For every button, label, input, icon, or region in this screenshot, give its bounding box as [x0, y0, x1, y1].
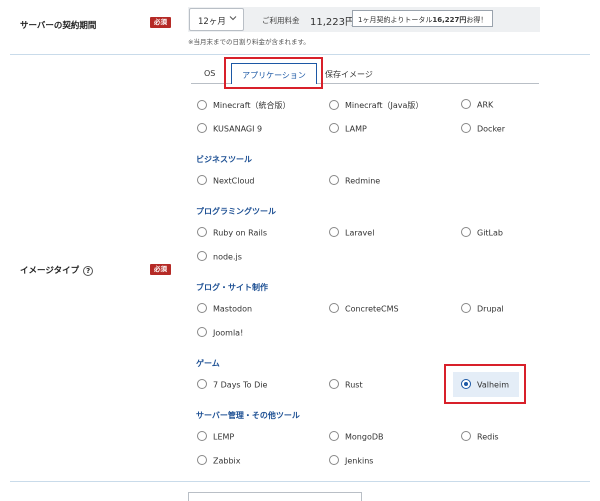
- prorate-note: ※当月末までの日割り料金が含まれます。: [188, 38, 310, 46]
- category-blog-site: ブログ・サイト制作: [196, 283, 268, 292]
- radio-minecraft-java[interactable]: Minecraft（Java版）: [329, 99, 424, 111]
- radio-7-days-to-die[interactable]: 7 Days To Die: [197, 379, 268, 390]
- chevron-down-icon: [229, 16, 237, 21]
- radio-circle: [329, 379, 339, 389]
- category-programming: プログラミングツール: [196, 207, 276, 216]
- radio-circle: [329, 175, 339, 185]
- radio-circle: [197, 175, 207, 185]
- radio-label: node.js: [213, 252, 242, 262]
- radio-label: Minecraft（統合版）: [213, 101, 291, 110]
- radio-drupal[interactable]: Drupal: [461, 303, 504, 314]
- radio-circle: [329, 431, 339, 441]
- radio-nextcloud[interactable]: NextCloud: [197, 175, 255, 186]
- radio-ruby-on-rails[interactable]: Ruby on Rails: [197, 227, 268, 238]
- radio-circle: [329, 303, 339, 313]
- radio-circle: [197, 123, 207, 133]
- discount-note: 1ヶ月契約よりトータル16,227円お得！: [352, 10, 494, 27]
- radio-label: Redmine: [345, 176, 381, 186]
- radio-minecraft-bedrock[interactable]: Minecraft（統合版）: [197, 99, 291, 111]
- contract-period-label: サーバーの契約期間: [20, 21, 97, 31]
- radio-label: Minecraft（Java版）: [345, 101, 424, 110]
- tab-os[interactable]: OS: [204, 69, 215, 78]
- radio-circle: [329, 227, 339, 237]
- radio-label: 7 Days To Die: [213, 380, 268, 390]
- radio-circle: [197, 379, 207, 389]
- radio-mongodb[interactable]: MongoDB: [329, 431, 384, 442]
- contract-period-select[interactable]: 12ヶ月: [189, 8, 244, 31]
- radio-circle: [329, 99, 339, 110]
- radio-circle: [329, 455, 339, 465]
- radio-label: Drupal: [477, 304, 504, 314]
- help-icon[interactable]: ?: [83, 265, 94, 276]
- radio-label: Ruby on Rails: [213, 228, 268, 238]
- radio-circle: [461, 123, 471, 133]
- next-field-input[interactable]: [188, 492, 362, 501]
- required-badge: 必須: [150, 17, 171, 28]
- category-server-tools: サーバー管理・その他ツール: [196, 411, 300, 420]
- category-games: ゲーム: [196, 359, 220, 368]
- fee-label: ご利用料金: [262, 16, 300, 25]
- radio-circle: [461, 227, 471, 237]
- required-badge: 必須: [150, 264, 171, 275]
- radio-joomla[interactable]: Joomla!: [197, 327, 244, 338]
- select-value: 12ヶ月: [198, 17, 226, 27]
- radio-label: Laravel: [345, 228, 375, 238]
- radio-label: Joomla!: [213, 328, 244, 338]
- radio-label: LEMP: [213, 432, 235, 442]
- radio-rust[interactable]: Rust: [329, 379, 363, 390]
- radio-label: Zabbix: [213, 456, 241, 466]
- radio-zabbix[interactable]: Zabbix: [197, 455, 241, 466]
- radio-circle: [461, 99, 471, 109]
- radio-label: GitLab: [477, 228, 503, 238]
- radio-laravel[interactable]: Laravel: [329, 227, 375, 238]
- radio-gitlab[interactable]: GitLab: [461, 227, 503, 238]
- radio-redis[interactable]: Redis: [461, 431, 499, 442]
- radio-label: ConcreteCMS: [345, 304, 399, 314]
- discount-suffix: お得！: [466, 16, 488, 24]
- radio-circle: [197, 251, 207, 261]
- section-divider: [10, 481, 590, 482]
- radio-kusanagi[interactable]: KUSANAGI 9: [197, 123, 263, 134]
- tab-saved-image[interactable]: 保存イメージ: [325, 69, 373, 80]
- radio-jenkins[interactable]: Jenkins: [329, 455, 374, 466]
- radio-circle: [461, 431, 471, 441]
- radio-docker[interactable]: Docker: [461, 123, 506, 134]
- highlight-box-tab: [224, 57, 323, 89]
- radio-circle: [197, 431, 207, 441]
- radio-circle: [329, 123, 339, 133]
- radio-circle: [197, 455, 207, 465]
- image-type-text: イメージタイプ: [20, 266, 80, 276]
- radio-label: Jenkins: [345, 456, 374, 466]
- radio-concretecms[interactable]: ConcreteCMS: [329, 303, 399, 314]
- radio-label: NextCloud: [213, 176, 255, 186]
- radio-ark[interactable]: ARK: [461, 99, 494, 110]
- radio-label: KUSANAGI 9: [213, 124, 263, 134]
- fee-value: 11,223円: [310, 17, 355, 28]
- radio-circle: [197, 327, 207, 337]
- category-business: ビジネスツール: [196, 155, 252, 164]
- radio-label: Rust: [345, 380, 363, 390]
- discount-prefix: 1ヶ月契約よりトータル: [358, 16, 433, 24]
- radio-label: Mastodon: [213, 304, 253, 314]
- radio-label: Docker: [477, 124, 506, 134]
- radio-label: LAMP: [345, 124, 367, 134]
- radio-label: ARK: [477, 100, 494, 110]
- radio-mastodon[interactable]: Mastodon: [197, 303, 253, 314]
- radio-label: MongoDB: [345, 432, 384, 442]
- radio-nodejs[interactable]: node.js: [197, 251, 242, 262]
- section-divider: [10, 54, 590, 55]
- radio-redmine[interactable]: Redmine: [329, 175, 381, 186]
- radio-circle: [197, 227, 207, 237]
- radio-label: Redis: [477, 432, 499, 442]
- image-type-label: イメージタイプ?: [20, 264, 94, 276]
- radio-circle: [197, 303, 207, 313]
- radio-circle: [197, 99, 207, 110]
- radio-lemp[interactable]: LEMP: [197, 431, 235, 442]
- discount-amount: 16,227円: [432, 16, 467, 24]
- radio-circle: [461, 303, 471, 313]
- radio-lamp[interactable]: LAMP: [329, 123, 367, 134]
- highlight-box-valheim: [444, 364, 526, 404]
